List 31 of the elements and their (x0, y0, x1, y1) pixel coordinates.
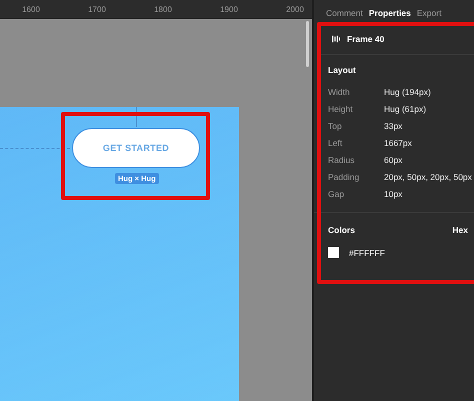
property-value: Hug (61px) (384, 104, 426, 114)
property-value: 60px (384, 154, 402, 164)
property-label: Height (328, 104, 354, 114)
property-label: Width (328, 86, 351, 96)
section-title: Colors (328, 225, 355, 235)
property-value: Hug (194px) (384, 86, 431, 96)
property-value: 20px, 50px, 20px, 50px (384, 172, 472, 182)
property-label: Top (328, 120, 343, 130)
color-format-dropdown[interactable]: Hex (452, 225, 474, 235)
property-value: 33px (384, 120, 402, 130)
property-label: Radius (328, 154, 356, 164)
color-value: #FFFFFF (349, 248, 385, 258)
panel-tab[interactable]: Comment (326, 8, 363, 19)
ruler-label: 1700 (87, 4, 107, 14)
ruler-label: 1800 (153, 4, 173, 14)
color-swatch[interactable] (328, 247, 339, 258)
ruler-label: 2000 (285, 4, 305, 14)
property-label: Gap (328, 188, 346, 198)
panel-tab[interactable]: Properties (368, 8, 411, 19)
section-title: Layout (328, 65, 357, 75)
ruler-label: 1600 (21, 4, 41, 14)
ruler-label: 1900 (219, 4, 239, 14)
property-value: 10px (384, 188, 402, 198)
property-value: 1667px (384, 138, 412, 148)
auto-layout-icon (332, 35, 340, 43)
get-started-button[interactable]: GET STARTED (72, 128, 200, 168)
scrollbar[interactable] (306, 21, 309, 67)
property-label: Left (328, 138, 344, 148)
layer-name: Frame 40 (347, 34, 384, 44)
property-label: Padding (328, 172, 360, 182)
panel-tab[interactable]: Export (416, 8, 442, 19)
